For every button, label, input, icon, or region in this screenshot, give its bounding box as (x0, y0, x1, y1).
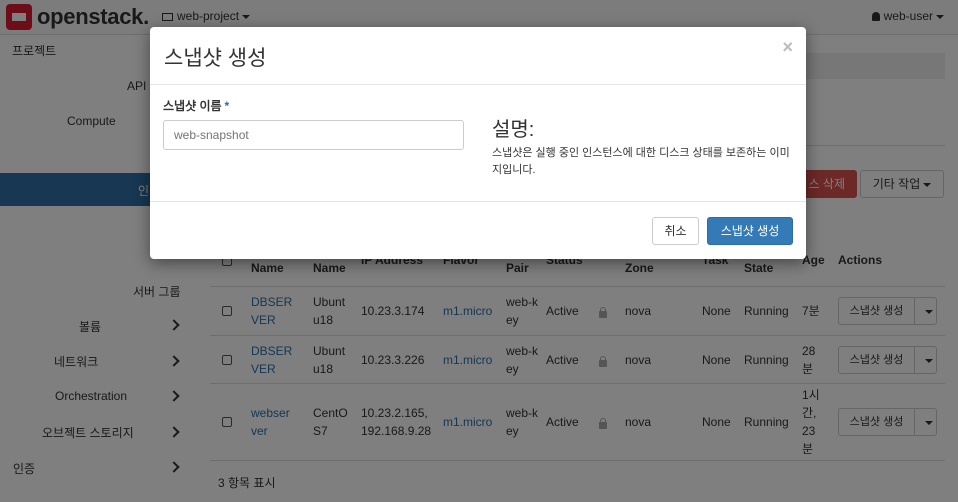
modal-title: 스냅샷 생성 (164, 47, 267, 70)
modal-header: 스냅샷 생성 × (150, 27, 806, 85)
cancel-button[interactable]: 취소 (652, 217, 699, 245)
snapshot-name-label: 스냅샷 이름 * (163, 97, 229, 114)
modal-footer: 취소 스냅샷 생성 (150, 201, 806, 259)
required-asterisk: * (224, 99, 230, 113)
description-text: 스냅샷은 실행 중인 인스턴스에 대한 디스크 상태를 보존하는 이미지입니다. (492, 147, 790, 176)
snapshot-name-label-text: 스냅샷 이름 (163, 99, 222, 113)
create-snapshot-dialog: 스냅샷 생성 × 스냅샷 이름* 설명: 스냅샷은 실행 중인 인스턴스에 대한… (150, 27, 806, 259)
close-icon[interactable]: × (782, 37, 793, 58)
snapshot-name-input[interactable] (163, 120, 464, 150)
create-snapshot-button[interactable]: 스냅샷 생성 (707, 217, 793, 245)
description-title: 설명: (492, 119, 535, 141)
